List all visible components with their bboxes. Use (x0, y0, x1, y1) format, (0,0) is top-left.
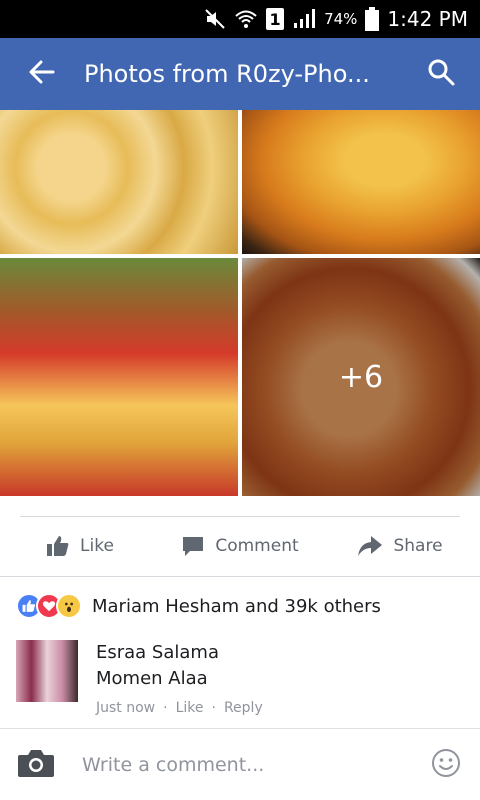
status-icons: 1 74% 1:42 PM (204, 6, 468, 32)
battery-icon (365, 7, 380, 31)
comment-input[interactable] (72, 742, 412, 787)
comment-like-link[interactable]: Like (176, 700, 204, 716)
meta-separator: · (163, 700, 168, 716)
reactions-summary[interactable]: Mariam Hesham and 39k others (16, 590, 381, 622)
comment-button[interactable]: Comment (160, 534, 320, 558)
search-button[interactable] (402, 38, 480, 110)
comment-meta: Just now · Like · Reply (96, 700, 263, 716)
comment-item: Esraa Salama Momen Alaa Just now · Like … (16, 640, 464, 730)
photo-pizza[interactable] (242, 110, 480, 254)
comment-icon (181, 534, 205, 558)
arrow-left-icon (29, 60, 55, 88)
photo-macaroni[interactable] (0, 110, 238, 254)
back-button[interactable] (0, 38, 84, 110)
more-photos-overlay[interactable]: +6 (242, 258, 480, 496)
app-bar: Photos from R0zy-Pho... (0, 38, 480, 110)
wow-reaction-icon (56, 593, 82, 619)
thumbs-up-icon (46, 534, 70, 558)
status-bar: 1 74% 1:42 PM (0, 0, 480, 38)
clock: 1:42 PM (387, 7, 468, 31)
mute-icon (204, 8, 226, 30)
comment-reply-link[interactable]: Reply (224, 700, 263, 716)
camera-icon (17, 748, 55, 782)
comment-composer (0, 728, 480, 800)
more-photos-count: +6 (338, 359, 384, 395)
comment-body: Esraa Salama Momen Alaa Just now · Like … (96, 640, 263, 730)
sim-indicator: 1 (266, 8, 285, 30)
photo-burgers[interactable] (0, 258, 238, 496)
divider (0, 576, 480, 577)
smiley-icon (431, 748, 461, 782)
reactions-count-text: Mariam Hesham and 39k others (92, 595, 381, 617)
share-icon (357, 534, 383, 558)
like-button[interactable]: Like (0, 534, 160, 558)
wifi-icon (234, 8, 258, 30)
comment-label: Comment (215, 536, 299, 556)
post-actions: Like Comment Share (0, 520, 480, 572)
photo-fried-chicken[interactable]: +6 (242, 258, 480, 496)
comment-author-1[interactable]: Esraa Salama (96, 640, 263, 666)
emoji-button[interactable] (412, 729, 480, 800)
divider (20, 516, 460, 517)
comment-author-2[interactable]: Momen Alaa (96, 666, 263, 692)
avatar[interactable] (16, 640, 78, 702)
camera-button[interactable] (0, 729, 72, 800)
share-button[interactable]: Share (320, 534, 480, 558)
search-icon (427, 58, 455, 90)
battery-percent: 74% (324, 10, 358, 28)
page-title: Photos from R0zy-Pho... (84, 60, 370, 88)
comment-time: Just now (96, 700, 156, 716)
like-label: Like (80, 536, 114, 556)
signal-icon (292, 8, 316, 30)
photo-grid: +6 (0, 110, 480, 496)
meta-separator: · (211, 700, 216, 716)
share-label: Share (393, 536, 443, 556)
